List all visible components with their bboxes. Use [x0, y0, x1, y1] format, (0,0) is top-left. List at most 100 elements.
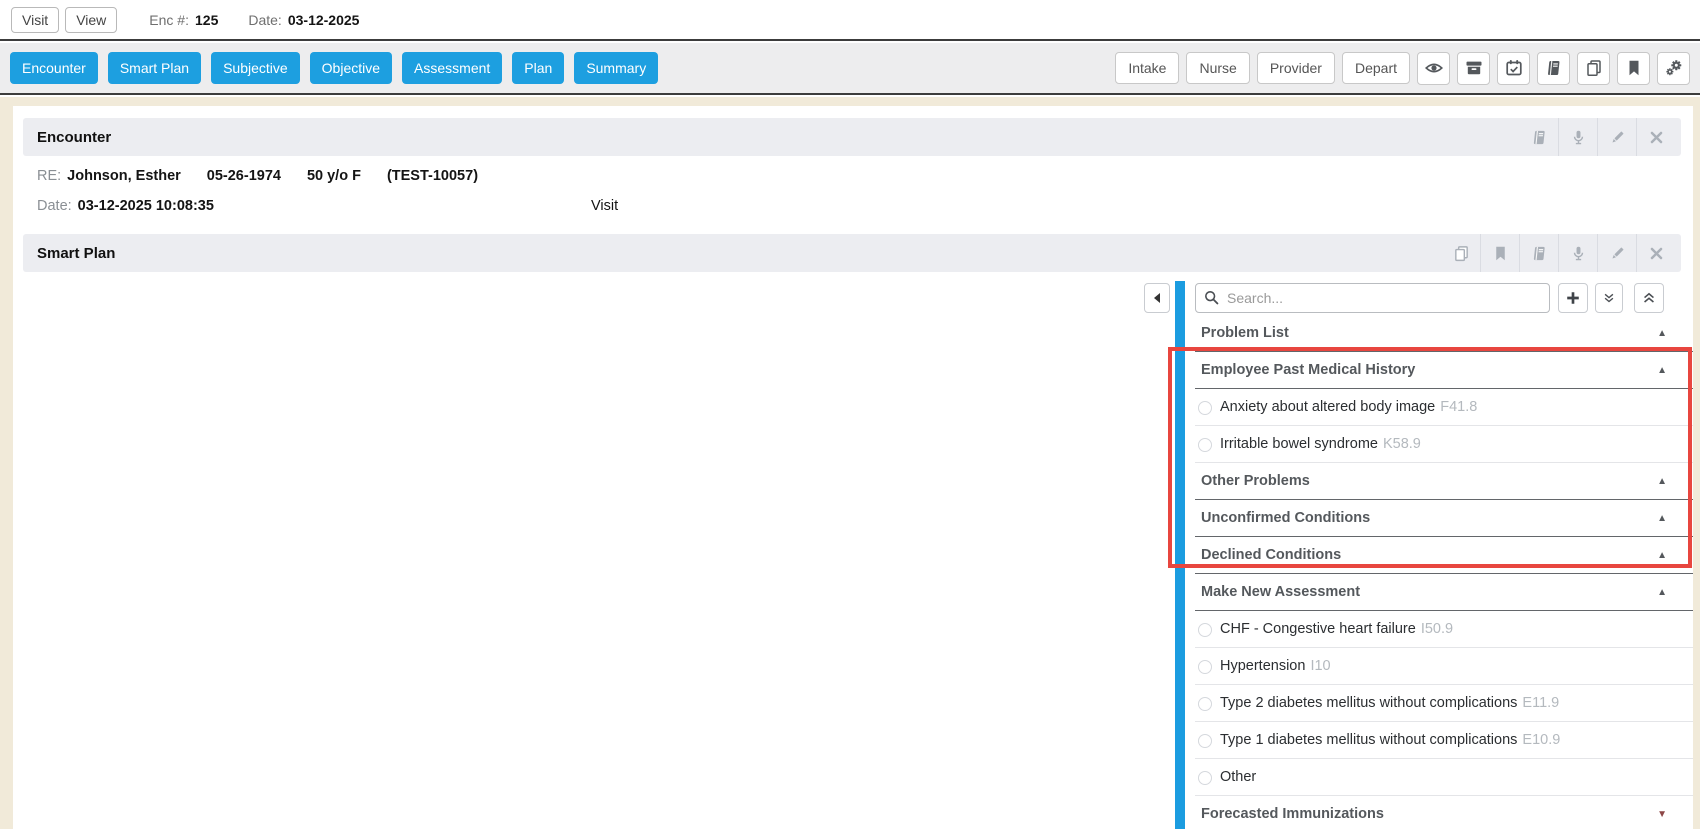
chevron-up-icon[interactable]: ▲ — [1657, 352, 1667, 389]
patient-mrn: (TEST-10057) — [387, 168, 478, 184]
provider-button[interactable]: Provider — [1257, 52, 1335, 84]
double-chevron-down-icon — [1602, 290, 1616, 306]
icd-code: E10.9 — [1522, 732, 1560, 748]
tab-objective[interactable]: Objective — [310, 52, 392, 84]
radio-circle[interactable] — [1198, 734, 1212, 748]
problem-label: CHF - Congestive heart failure — [1195, 621, 1416, 637]
view-button[interactable]: View — [65, 7, 117, 33]
problem-label: Type 2 diabetes mellitus without complic… — [1195, 695, 1517, 711]
section-header-other-problems[interactable]: Other Problems ▲ — [1195, 463, 1693, 500]
tab-smart-plan[interactable]: Smart Plan — [108, 52, 201, 84]
microphone-icon[interactable] — [1558, 118, 1597, 156]
problem-list-panel: Problem List ▲ Employee Past Medical His… — [1195, 315, 1693, 829]
radio-circle[interactable] — [1198, 697, 1212, 711]
smart-plan-section-header: Smart Plan — [23, 234, 1681, 272]
close-icon[interactable] — [1636, 234, 1675, 272]
problem-item-other[interactable]: Other — [1195, 759, 1693, 796]
icd-code: K58.9 — [1383, 436, 1421, 452]
problem-label: Type 1 diabetes mellitus without complic… — [1195, 732, 1517, 748]
depart-button[interactable]: Depart — [1342, 52, 1410, 84]
calendar-check-icon[interactable] — [1497, 52, 1530, 85]
bookmark-icon[interactable] — [1480, 234, 1519, 272]
gears-icon[interactable] — [1657, 52, 1690, 85]
nurse-button[interactable]: Nurse — [1186, 52, 1249, 84]
chevron-up-icon[interactable]: ▲ — [1657, 463, 1667, 500]
double-chevron-up-icon — [1641, 290, 1657, 306]
chevron-up-icon[interactable]: ▲ — [1657, 537, 1667, 574]
smart-plan-section-title: Smart Plan — [23, 245, 115, 262]
intake-button[interactable]: Intake — [1115, 52, 1179, 84]
section-header-declined-conditions[interactable]: Declined Conditions ▲ — [1195, 537, 1693, 574]
patient-dob: 05-26-1974 — [207, 168, 281, 184]
collapse-all-button[interactable] — [1634, 283, 1664, 313]
section-header-make-new-assessment[interactable]: Make New Assessment ▲ — [1195, 574, 1693, 611]
copy-icon[interactable] — [1442, 234, 1480, 272]
section-header-problem-list[interactable]: Problem List ▲ — [1195, 315, 1693, 352]
problem-item-ibs[interactable]: Irritable bowel syndrome K58.9 — [1195, 426, 1693, 463]
enc-date-label: Date: — [248, 12, 281, 28]
add-problem-button[interactable] — [1558, 283, 1588, 313]
section-header-unconfirmed-conditions[interactable]: Unconfirmed Conditions ▲ — [1195, 500, 1693, 537]
pencil-icon[interactable] — [1597, 118, 1636, 156]
search-box — [1195, 283, 1550, 313]
chevron-up-icon[interactable]: ▲ — [1657, 500, 1667, 537]
patient-age-sex: 50 y/o F — [307, 168, 361, 184]
section-label: Problem List — [1195, 325, 1289, 341]
tab-summary[interactable]: Summary — [574, 52, 658, 84]
section-header-employee-past-medical-history[interactable]: Employee Past Medical History ▲ — [1195, 352, 1693, 389]
date-label: Date: — [37, 198, 72, 214]
pencil-icon[interactable] — [1597, 234, 1636, 272]
radio-circle[interactable] — [1198, 660, 1212, 674]
book-icon[interactable] — [1537, 52, 1570, 85]
encounter-date-line: Date: 03-12-2025 10:08:35 — [37, 198, 240, 214]
app-window: Visit View Enc #: 125 Date: 03-12-2025 E… — [0, 0, 1700, 829]
encounter-section-actions — [1520, 118, 1681, 156]
problem-item-type2-diabetes[interactable]: Type 2 diabetes mellitus without complic… — [1195, 685, 1693, 722]
tab-assessment[interactable]: Assessment — [402, 52, 502, 84]
content-panel: Encounter RE: — [13, 106, 1693, 829]
chevron-up-icon[interactable]: ▲ — [1657, 574, 1667, 611]
bookmark-icon[interactable] — [1617, 52, 1650, 85]
encounter-section-header: Encounter — [23, 118, 1681, 156]
re-label: RE: — [37, 168, 61, 184]
copy-icon[interactable] — [1577, 52, 1610, 85]
chevron-down-icon[interactable]: ▼ — [1657, 796, 1667, 829]
expand-all-button[interactable] — [1595, 283, 1623, 313]
tab-subjective[interactable]: Subjective — [211, 52, 300, 84]
tab-plan[interactable]: Plan — [512, 52, 564, 84]
section-label: Other Problems — [1195, 473, 1310, 489]
nav-right-group: Intake Nurse Provider Depart — [1115, 52, 1690, 85]
search-input[interactable] — [1195, 283, 1550, 313]
radio-circle[interactable] — [1198, 401, 1212, 415]
section-label: Unconfirmed Conditions — [1195, 510, 1370, 526]
radio-circle[interactable] — [1198, 623, 1212, 637]
eye-icon[interactable] — [1417, 52, 1450, 85]
problem-item-chf[interactable]: CHF - Congestive heart failure I50.9 — [1195, 611, 1693, 648]
tab-encounter[interactable]: Encounter — [10, 52, 98, 84]
enc-number-value: 125 — [195, 12, 218, 28]
section-header-forecasted-immunizations[interactable]: Forecasted Immunizations ▼ — [1195, 796, 1693, 829]
encounter-section-title: Encounter — [23, 129, 111, 146]
visit-button[interactable]: Visit — [11, 7, 59, 33]
close-icon[interactable] — [1636, 118, 1675, 156]
chevron-up-icon[interactable]: ▲ — [1657, 315, 1667, 352]
archive-icon[interactable] — [1457, 52, 1490, 85]
book-icon[interactable] — [1519, 234, 1558, 272]
patient-name: Johnson, Esther — [67, 168, 181, 184]
radio-circle[interactable] — [1198, 438, 1212, 452]
radio-circle[interactable] — [1198, 771, 1212, 785]
problem-item-type1-diabetes[interactable]: Type 1 diabetes mellitus without complic… — [1195, 722, 1693, 759]
panel-collapse-button[interactable] — [1144, 283, 1170, 313]
panel-accent-bar — [1175, 281, 1185, 829]
plus-icon — [1565, 290, 1581, 306]
smart-plan-section-actions — [1442, 234, 1681, 272]
enc-date-value: 03-12-2025 — [288, 12, 360, 28]
book-icon[interactable] — [1520, 118, 1558, 156]
microphone-icon[interactable] — [1558, 234, 1597, 272]
problem-item-anxiety[interactable]: Anxiety about altered body image F41.8 — [1195, 389, 1693, 426]
problem-item-hypertension[interactable]: Hypertension I10 — [1195, 648, 1693, 685]
nav-bar: Encounter Smart Plan Subjective Objectiv… — [0, 43, 1700, 95]
icd-code: I10 — [1310, 658, 1330, 674]
triangle-left-icon — [1154, 293, 1160, 303]
problem-label: Anxiety about altered body image — [1195, 399, 1435, 415]
